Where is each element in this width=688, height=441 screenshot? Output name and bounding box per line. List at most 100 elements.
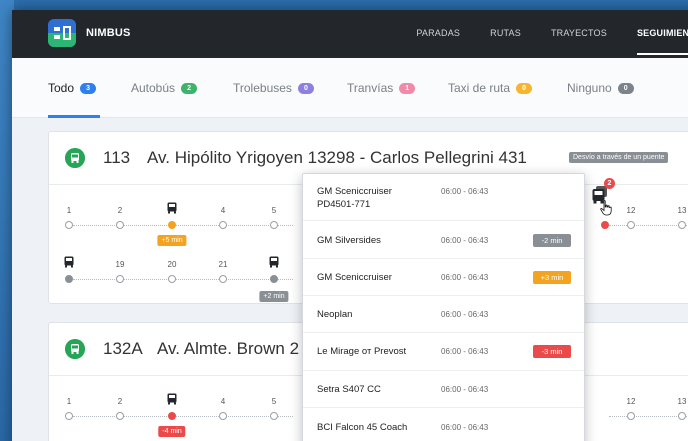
filter-trolebuses[interactable]: Trolebuses 0 — [233, 81, 314, 95]
bus-route-icon — [65, 339, 85, 359]
stop-dot-current[interactable] — [65, 275, 73, 283]
filter-count: 0 — [516, 82, 533, 94]
delay-tag: -2 min — [533, 234, 571, 247]
filter-label: Todo — [48, 81, 75, 95]
vehicle-row[interactable]: Setra S407 CC 06:00 - 06:43 — [303, 371, 584, 408]
route-number: 113 — [103, 148, 131, 167]
route-line — [73, 279, 293, 280]
detour-badge: Desvío a través de un puente — [569, 152, 669, 163]
stop-number: 1 — [66, 397, 72, 406]
vehicle-schedule: 06:00 - 06:43 — [441, 385, 489, 394]
delay-tag: +5 min — [157, 235, 187, 246]
stop-dot[interactable] — [219, 412, 227, 420]
delay-tag: +2 min — [259, 291, 289, 302]
route-number: 132A — [103, 339, 143, 358]
stop-dot-current[interactable] — [601, 221, 609, 229]
vehicle-name: GM Sceniccruiser — [317, 272, 392, 283]
vehicle-row[interactable]: Neoplan 06:00 - 06:43 — [303, 296, 584, 333]
stop-dot[interactable] — [678, 221, 686, 229]
route-line — [609, 416, 688, 417]
stop-dot[interactable] — [116, 412, 124, 420]
vehicle-schedule: 06:00 - 06:43 — [441, 347, 489, 356]
stop-dot[interactable] — [627, 412, 635, 420]
nav-rutas[interactable]: RUTAS — [490, 28, 521, 38]
stop-number: 2 — [117, 206, 123, 215]
stop-dot[interactable] — [627, 221, 635, 229]
vehicle-schedule: 06:00 - 06:43 — [441, 236, 489, 245]
bus-icon[interactable] — [269, 256, 279, 268]
stop-dot-current[interactable] — [168, 221, 176, 229]
filter-label: Tranvías — [347, 81, 394, 95]
vehicle-schedule: 06:00 - 06:43 — [441, 273, 489, 282]
filter-count: 1 — [399, 82, 416, 94]
vehicle-type-filters: Todo 3 Autobús 2 Trolebuses 0 Tranvías 1… — [12, 58, 688, 118]
vehicle-name: GM Silversides — [317, 235, 381, 246]
filter-ninguno[interactable]: Ninguno 0 — [567, 81, 634, 95]
filter-tranvias[interactable]: Tranvías 1 — [347, 81, 416, 95]
top-navigation-bar: NIMBUS PARADAS RUTAS TRAYECTOS SEGUIMIEN… — [12, 10, 688, 58]
stop-dot[interactable] — [270, 412, 278, 420]
filter-count: 0 — [617, 82, 634, 94]
stop-number: 4 — [220, 397, 226, 406]
stop-number: 4 — [220, 206, 226, 215]
bus-route-icon — [65, 148, 85, 168]
filter-count: 3 — [80, 82, 97, 94]
vehicle-name: BCI Falcon 45 Coach — [317, 422, 408, 433]
delay-tag: +3 min — [533, 271, 571, 284]
vehicle-name: Setra S407 CC — [317, 384, 381, 395]
filter-todo[interactable]: Todo 3 — [48, 81, 97, 95]
nav-trayectos[interactable]: TRAYECTOS — [551, 28, 607, 38]
stop-number: 21 — [218, 260, 228, 269]
stop-dot-current[interactable] — [168, 412, 176, 420]
active-filter-indicator — [48, 115, 100, 118]
stop-dot[interactable] — [168, 275, 176, 283]
vehicle-name: Neoplan — [317, 309, 353, 320]
stop-number: 5 — [271, 397, 277, 406]
stop-dot[interactable] — [116, 275, 124, 283]
stop-dot[interactable] — [219, 221, 227, 229]
bus-icon[interactable] — [167, 393, 177, 405]
vehicle-row[interactable]: GM Sceniccruiser PD4501-771 06:00 - 06:4… — [303, 174, 584, 221]
filter-label: Taxi de ruta — [448, 81, 511, 95]
vehicle-schedule: 06:00 - 06:43 — [441, 423, 489, 432]
brand-name: NIMBUS — [86, 27, 131, 39]
vehicle-row[interactable]: GM Silversides 06:00 - 06:43 -2 min — [303, 221, 584, 259]
vehicle-list-popover: GM Sceniccruiser PD4501-771 06:00 - 06:4… — [302, 173, 585, 441]
vehicle-name: Le Mirage от Prevost — [317, 346, 407, 357]
vehicle-row[interactable]: Le Mirage от Prevost 06:00 - 06:43 -3 mi… — [303, 333, 584, 371]
stop-number: 1 — [66, 206, 72, 215]
filter-autobus[interactable]: Autobús 2 — [131, 81, 198, 95]
bus-count-badge: 2 — [604, 178, 615, 189]
filter-taxi-de-ruta[interactable]: Taxi de ruta 0 — [448, 81, 533, 95]
stop-number: 13 — [677, 206, 687, 215]
delay-tag: -4 min — [158, 426, 186, 437]
stop-dot[interactable] — [219, 275, 227, 283]
stop-dot[interactable] — [65, 412, 73, 420]
filter-label: Trolebuses — [233, 81, 292, 95]
route-name: Av. Almte. Brown 2 — [157, 339, 300, 358]
bus-icon[interactable] — [64, 256, 74, 268]
bus-icon[interactable] — [167, 202, 177, 214]
nav-seguimiento[interactable]: SEGUIMIENTO — [636, 28, 688, 55]
filter-label: Autobús — [131, 81, 176, 95]
stop-dot[interactable] — [270, 221, 278, 229]
stop-dot-current[interactable] — [270, 275, 278, 283]
stop-dot[interactable] — [65, 221, 73, 229]
vehicle-row[interactable]: BCI Falcon 45 Coach 06:00 - 06:43 — [303, 408, 584, 441]
stop-number: 12 — [626, 397, 636, 406]
stop-number: 13 — [677, 397, 687, 406]
stop-number: 12 — [626, 206, 636, 215]
route-line — [73, 416, 293, 417]
filter-count: 2 — [181, 82, 198, 94]
filter-label: Ninguno — [567, 81, 612, 95]
vehicle-schedule: 06:00 - 06:43 — [441, 187, 489, 196]
nimbus-logo-icon[interactable] — [48, 19, 76, 47]
stop-dot[interactable] — [116, 221, 124, 229]
nav-paradas[interactable]: PARADAS — [416, 28, 460, 38]
filter-count: 0 — [297, 82, 314, 94]
stop-number: 2 — [117, 397, 123, 406]
vehicle-row[interactable]: GM Sceniccruiser 06:00 - 06:43 +3 min — [303, 259, 584, 296]
route-line — [609, 225, 688, 226]
stop-number: 5 — [271, 206, 277, 215]
stop-dot[interactable] — [678, 412, 686, 420]
